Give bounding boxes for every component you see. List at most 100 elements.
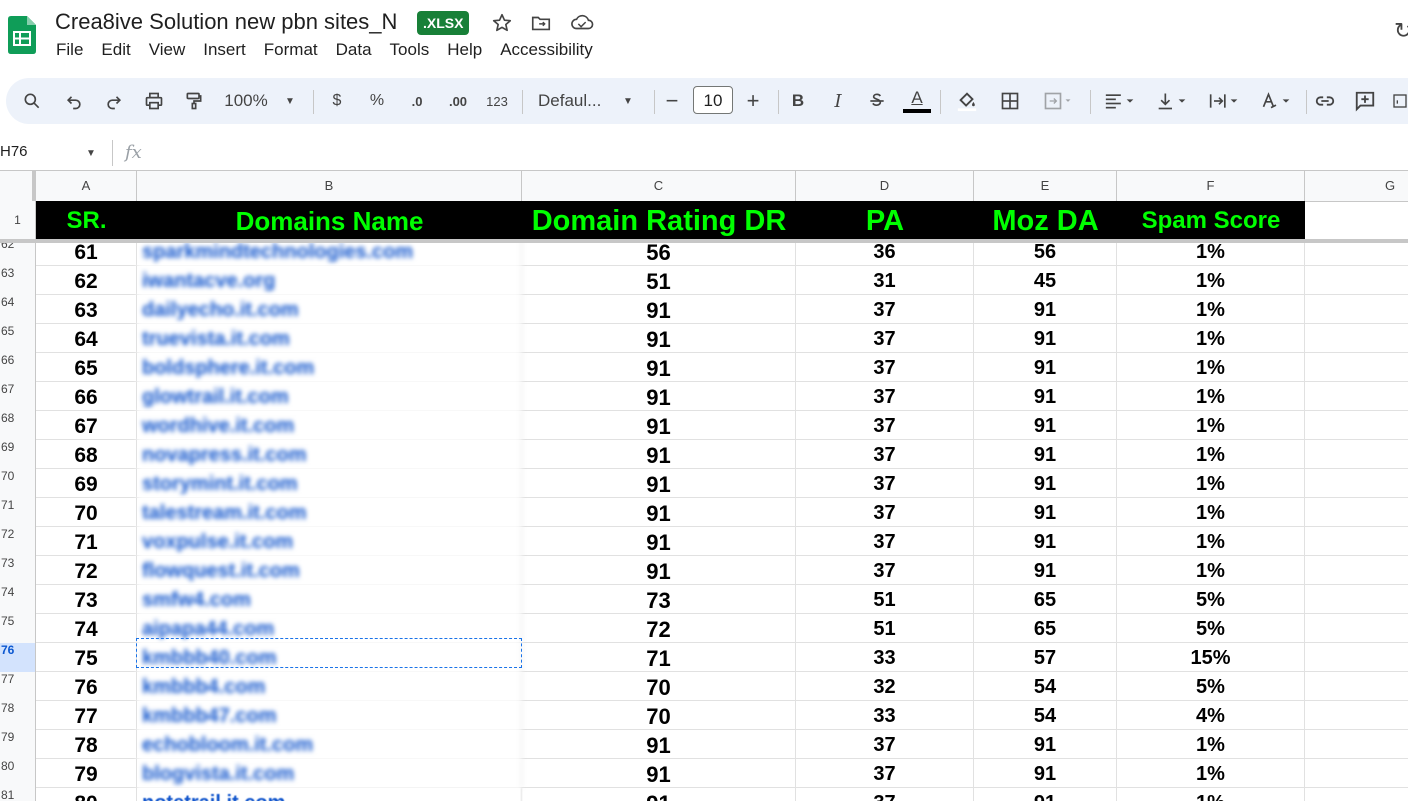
- number-format-button[interactable]: 123: [482, 78, 512, 124]
- menu-file[interactable]: File: [56, 40, 83, 62]
- text-rotation-icon[interactable]: [1254, 78, 1298, 124]
- cell-spam-score[interactable]: 5%: [1117, 585, 1305, 614]
- currency-format-button[interactable]: $: [326, 78, 348, 124]
- cell-g[interactable]: [1305, 527, 1408, 556]
- cell-moz-da[interactable]: 56: [974, 243, 1117, 266]
- cell-g[interactable]: [1305, 266, 1408, 295]
- cell-spam-score[interactable]: 1%: [1117, 382, 1305, 411]
- row-header[interactable]: 77: [0, 672, 36, 701]
- menu-data[interactable]: Data: [336, 40, 372, 62]
- insert-chart-icon[interactable]: [1392, 78, 1408, 124]
- cell-pa[interactable]: 31: [796, 266, 974, 295]
- cell-pa[interactable]: 36: [796, 243, 974, 266]
- name-box-chevron-icon[interactable]: ▼: [86, 148, 96, 159]
- cell-sr[interactable]: 69: [36, 469, 137, 498]
- cell-domain-rating[interactable]: 91: [522, 730, 796, 759]
- column-header-c[interactable]: C: [522, 171, 796, 201]
- cell-g[interactable]: [1305, 440, 1408, 469]
- cell-domain-rating[interactable]: 91: [522, 469, 796, 498]
- row-header[interactable]: 64: [0, 295, 36, 324]
- cell-pa[interactable]: 37: [796, 469, 974, 498]
- cell-sr[interactable]: 79: [36, 759, 137, 788]
- cell-g[interactable]: [1305, 701, 1408, 730]
- menu-help[interactable]: Help: [447, 40, 482, 62]
- cell-pa[interactable]: 37: [796, 556, 974, 585]
- cell-moz-da[interactable]: 54: [974, 672, 1117, 701]
- column-header-d[interactable]: D: [796, 171, 974, 201]
- horizontal-align-icon[interactable]: [1098, 78, 1142, 124]
- cell-moz-da[interactable]: 54: [974, 701, 1117, 730]
- select-all-corner[interactable]: [0, 171, 36, 201]
- cell-domain-rating[interactable]: 91: [522, 382, 796, 411]
- cell-spam-score[interactable]: 1%: [1117, 295, 1305, 324]
- cell-spam-score[interactable]: 1%: [1117, 324, 1305, 353]
- star-icon[interactable]: [491, 12, 513, 34]
- row-header[interactable]: 75: [0, 614, 36, 643]
- increase-decimal-button[interactable]: .00: [442, 78, 474, 124]
- cell-domain-rating[interactable]: 72: [522, 614, 796, 643]
- row-header[interactable]: 74: [0, 585, 36, 614]
- header-domain-rating[interactable]: Domain Rating DR: [522, 201, 796, 239]
- cell-pa[interactable]: 37: [796, 788, 974, 801]
- cell-moz-da[interactable]: 91: [974, 788, 1117, 801]
- menu-accessibility[interactable]: Accessibility: [500, 40, 593, 62]
- cell-pa[interactable]: 37: [796, 382, 974, 411]
- cell-domain-name[interactable]: dailyecho.it.com: [137, 295, 522, 324]
- cell-domain-name[interactable]: storymint.it.com: [137, 469, 522, 498]
- cell-g[interactable]: [1305, 353, 1408, 382]
- insert-link-icon[interactable]: [1312, 78, 1338, 124]
- zoom-chevron-icon[interactable]: ▼: [282, 78, 298, 124]
- row-header[interactable]: 78: [0, 701, 36, 730]
- cell-g[interactable]: [1305, 643, 1408, 672]
- row-header[interactable]: 68: [0, 411, 36, 440]
- row-header-1[interactable]: 1: [0, 201, 36, 239]
- cell-sr[interactable]: 66: [36, 382, 137, 411]
- cell-pa[interactable]: 37: [796, 295, 974, 324]
- cell-sr[interactable]: 67: [36, 411, 137, 440]
- percent-format-button[interactable]: %: [366, 78, 388, 124]
- zoom-select[interactable]: 100%: [218, 78, 274, 124]
- header-domains-name[interactable]: Domains Name: [137, 201, 522, 239]
- cell-spam-score[interactable]: 5%: [1117, 672, 1305, 701]
- cell-pa[interactable]: 37: [796, 440, 974, 469]
- header-pa[interactable]: PA: [796, 201, 974, 239]
- cell-spam-score[interactable]: 1%: [1117, 411, 1305, 440]
- cell-g[interactable]: [1305, 411, 1408, 440]
- cell-domain-rating[interactable]: 91: [522, 295, 796, 324]
- cell-moz-da[interactable]: 91: [974, 411, 1117, 440]
- cell-domain-name[interactable]: kmbbb47.com: [137, 701, 522, 730]
- cell-spam-score[interactable]: 1%: [1117, 527, 1305, 556]
- column-header-a[interactable]: A: [36, 171, 137, 201]
- cell-spam-score[interactable]: 1%: [1117, 556, 1305, 585]
- decrease-decimal-button[interactable]: .0: [403, 78, 431, 124]
- document-title[interactable]: Crea8ive Solution new pbn sites_N: [55, 9, 397, 35]
- increase-font-size-icon[interactable]: +: [742, 78, 764, 124]
- cell-sr[interactable]: 70: [36, 498, 137, 527]
- cell-domain-rating[interactable]: 73: [522, 585, 796, 614]
- print-icon[interactable]: [142, 78, 166, 124]
- cell-g[interactable]: [1305, 556, 1408, 585]
- menu-edit[interactable]: Edit: [101, 40, 130, 62]
- cell-pa[interactable]: 51: [796, 614, 974, 643]
- font-chevron-icon[interactable]: ▼: [620, 78, 636, 124]
- cell-moz-da[interactable]: 57: [974, 643, 1117, 672]
- cell-domain-name[interactable]: aipapa44.com: [137, 614, 522, 643]
- cell-spam-score[interactable]: 5%: [1117, 614, 1305, 643]
- header-sr[interactable]: SR.: [36, 201, 137, 239]
- cell-spam-score[interactable]: 1%: [1117, 266, 1305, 295]
- cell-g[interactable]: [1305, 614, 1408, 643]
- cell-pa[interactable]: 37: [796, 730, 974, 759]
- cell-spam-score[interactable]: 1%: [1117, 759, 1305, 788]
- cell-domain-rating[interactable]: 91: [522, 527, 796, 556]
- cell-moz-da[interactable]: 91: [974, 324, 1117, 353]
- column-header-b[interactable]: B: [137, 171, 522, 201]
- row-header[interactable]: 67: [0, 382, 36, 411]
- vertical-align-icon[interactable]: [1150, 78, 1194, 124]
- history-icon[interactable]: ↻: [1394, 18, 1408, 44]
- cell-domain-name[interactable]: wordhive.it.com: [137, 411, 522, 440]
- cell-domain-name[interactable]: notetrail.it.com: [137, 788, 522, 801]
- cell-sr[interactable]: 75: [36, 643, 137, 672]
- cell-g[interactable]: [1305, 585, 1408, 614]
- font-family-select[interactable]: Defaul...: [538, 78, 618, 124]
- cell-spam-score[interactable]: 1%: [1117, 788, 1305, 801]
